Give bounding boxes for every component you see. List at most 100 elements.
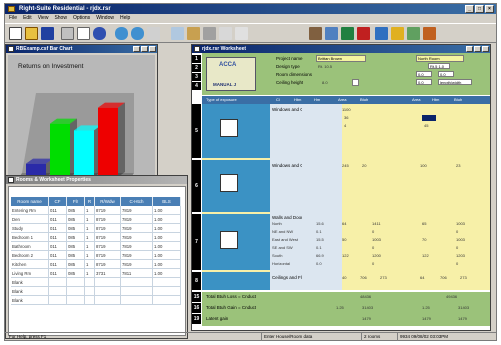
col-cf[interactable]: CF [49, 197, 67, 206]
arrow-tool-icon[interactable] [147, 27, 160, 40]
table-cell[interactable]: 085 [67, 224, 85, 233]
table-cell[interactable]: 085 [67, 206, 85, 215]
table-cell[interactable]: 011 [49, 224, 67, 233]
room-icon[interactable] [325, 27, 338, 40]
table-cell[interactable]: 011 [49, 242, 67, 251]
menu-file[interactable]: File [9, 14, 17, 23]
grid-icon[interactable] [171, 27, 184, 40]
table-cell[interactable]: 085 [67, 215, 85, 224]
minimize-button[interactable]: _ [465, 5, 474, 13]
maximize-button[interactable]: □ [475, 5, 484, 13]
table-cell[interactable]: 085 [67, 269, 85, 278]
table-cell[interactable]: 1.00 [153, 251, 181, 260]
row-header-1[interactable]: 1 [192, 55, 201, 63]
table-cell[interactable]: 011 [49, 206, 67, 215]
table-cell[interactable]: 8719 [95, 233, 121, 242]
table-cell[interactable]: 7819 [121, 233, 153, 242]
table-row[interactable]: Study 011 085 1 8719 7819 1.00 [11, 224, 183, 233]
table-cell[interactable]: 7819 [121, 206, 153, 215]
table-cell[interactable] [153, 296, 181, 305]
table-cell[interactable] [153, 287, 181, 296]
table-cell[interactable]: Blank [11, 287, 49, 296]
table-cell[interactable] [121, 287, 153, 296]
table-cell[interactable]: 8719 [95, 215, 121, 224]
row-header-15[interactable]: 15 [192, 292, 201, 302]
table-cell[interactable]: 1.00 [153, 269, 181, 278]
zoom-out-icon[interactable] [131, 27, 144, 40]
table-cell[interactable]: Blank [11, 278, 49, 287]
table-cell[interactable]: 1 [85, 206, 95, 215]
col-r[interactable]: R [85, 197, 95, 206]
table-cell[interactable]: Study [11, 224, 49, 233]
open-folder-icon[interactable] [25, 27, 38, 40]
col-room-name[interactable]: Room name [11, 197, 49, 206]
table-cell[interactable]: Den [11, 215, 49, 224]
table-cell[interactable]: 1 [85, 269, 95, 278]
table-cell[interactable]: 1.00 [153, 215, 181, 224]
table-cell[interactable] [49, 296, 67, 305]
edit-icon[interactable] [235, 27, 248, 40]
row-header-16[interactable]: 16 [192, 303, 201, 313]
save-disk-icon[interactable] [41, 27, 54, 40]
col-bls[interactable]: BLS [153, 197, 181, 206]
table-cell[interactable] [95, 278, 121, 287]
table-cell[interactable]: 1.00 [153, 233, 181, 242]
menu-view[interactable]: View [38, 14, 49, 23]
calculator-icon[interactable] [391, 27, 404, 40]
length-width-field[interactable]: length/width [438, 79, 472, 85]
row-header-3[interactable]: 3 [192, 73, 201, 81]
table-cell[interactable]: 085 [67, 251, 85, 260]
table-cell[interactable]: 8719 [95, 242, 121, 251]
dollar-icon[interactable] [341, 27, 354, 40]
table-cell[interactable]: 011 [49, 215, 67, 224]
close-button[interactable]: × [485, 5, 494, 13]
table-cell[interactable]: 1.00 [153, 242, 181, 251]
table-cell[interactable]: Bathroom [11, 242, 49, 251]
house-icon[interactable] [309, 27, 322, 40]
menu-window[interactable]: Window [96, 14, 114, 23]
table-cell[interactable]: 085 [67, 242, 85, 251]
table-cell[interactable]: 7811 [121, 269, 153, 278]
dim-field-1[interactable]: 0.0 [416, 71, 432, 77]
row-header-19[interactable]: 19 [192, 314, 201, 324]
table-cell[interactable] [153, 278, 181, 287]
table-cell[interactable]: 7819 [121, 251, 153, 260]
table-cell[interactable] [49, 287, 67, 296]
table-cell[interactable]: 8719 [95, 224, 121, 233]
menu-edit[interactable]: Edit [23, 14, 32, 23]
table-cell[interactable]: 1 [85, 215, 95, 224]
table-row[interactable]: Living Rm 011 085 1 3731 7811 1.00 [11, 269, 183, 278]
table-row[interactable]: Bedroom 2 011 085 1 8719 7819 1.00 [11, 251, 183, 260]
table-cell[interactable] [85, 296, 95, 305]
table-cell[interactable]: 7819 [121, 215, 153, 224]
tile-icon[interactable] [407, 27, 420, 40]
chart-icon[interactable] [203, 27, 216, 40]
ceiling-checkbox[interactable] [352, 79, 359, 86]
table-row[interactable]: Bathroom 011 085 1 8719 7819 1.00 [11, 242, 183, 251]
table-cell[interactable] [121, 296, 153, 305]
table-cell[interactable]: 011 [49, 251, 67, 260]
table-cell[interactable]: 085 [67, 233, 85, 242]
help-icon[interactable] [93, 27, 106, 40]
table-cell[interactable]: 3731 [95, 269, 121, 278]
col-c-htch[interactable]: C-Htch [121, 197, 153, 206]
table-cell[interactable]: 085 [67, 260, 85, 269]
table-row[interactable]: Kitchen 011 085 1 8719 7819 1.00 [11, 260, 183, 269]
table-cell[interactable]: Living Rm [11, 269, 49, 278]
table-cell[interactable]: Kitchen [11, 260, 49, 269]
print-icon[interactable] [61, 27, 74, 40]
table-cell[interactable] [67, 287, 85, 296]
table-cell[interactable]: 1.00 [153, 224, 181, 233]
table-cell[interactable]: Bedroom 2 [11, 251, 49, 260]
ws-minimize-button[interactable] [466, 46, 473, 52]
table-cell[interactable]: 011 [49, 233, 67, 242]
row-header-7[interactable]: 7 [192, 214, 201, 270]
row-header-8[interactable]: 8 [192, 272, 201, 290]
table-cell[interactable]: Entering Rm [11, 206, 49, 215]
table-cell[interactable]: 1 [85, 224, 95, 233]
dim-field-2[interactable]: 0.0 [438, 71, 454, 77]
chart-close-button[interactable] [149, 46, 156, 52]
table-cell[interactable] [67, 278, 85, 287]
table-cell[interactable]: 7819 [121, 260, 153, 269]
table-row[interactable]: Blank [11, 287, 183, 296]
